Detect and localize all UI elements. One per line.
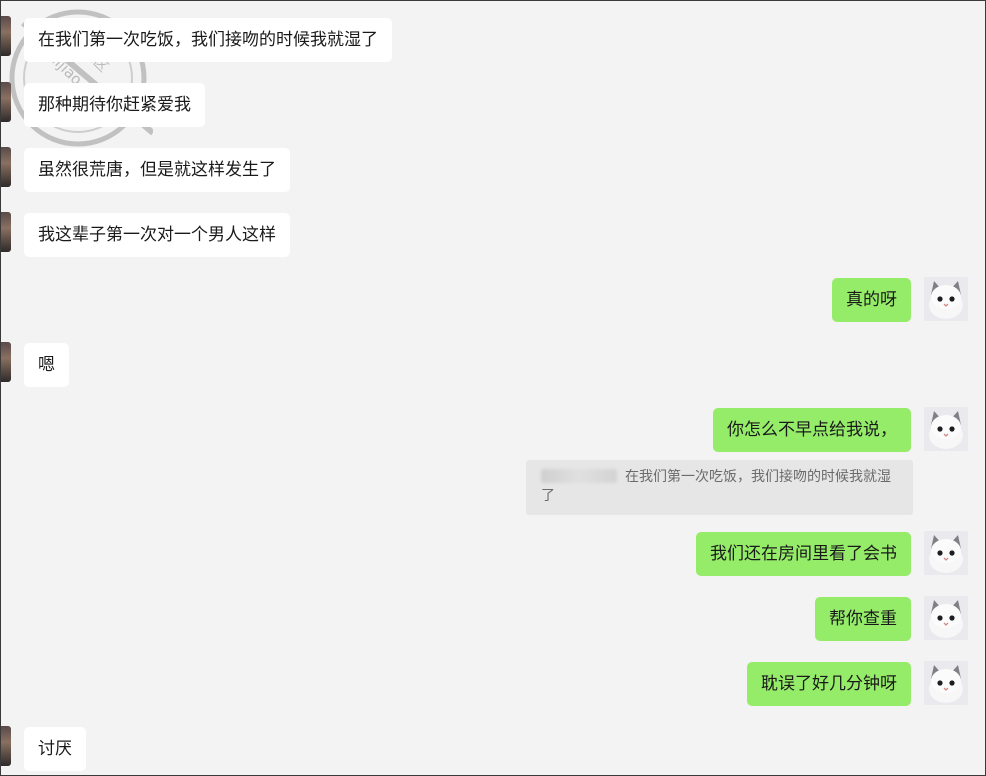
cat-avatar-icon <box>924 596 968 640</box>
contact-avatar[interactable] <box>1 726 11 766</box>
message-bubble-incoming[interactable]: 在我们第一次吃饭，我们接吻的时候我就湿了 <box>24 18 392 62</box>
my-avatar[interactable] <box>924 277 968 321</box>
quoted-message[interactable]: 在我们第一次吃饭，我们接吻的时候我就湿了 <box>526 460 913 515</box>
message-bubble-outgoing[interactable]: 我们还在房间里看了会书 <box>696 532 911 576</box>
message-bubble-outgoing[interactable]: 帮你查重 <box>815 597 911 641</box>
cat-avatar-icon <box>924 407 968 451</box>
my-avatar[interactable] <box>924 596 968 640</box>
message-bubble-outgoing[interactable]: 真的呀 <box>832 278 911 322</box>
my-avatar[interactable] <box>924 407 968 451</box>
contact-avatar[interactable] <box>1 147 11 187</box>
contact-avatar[interactable] <box>1 82 11 122</box>
message-bubble-incoming[interactable]: 那种期待你赶紧爱我 <box>24 83 205 127</box>
contact-avatar[interactable] <box>1 16 11 56</box>
message-bubble-incoming[interactable]: 我这辈子第一次对一个男人这样 <box>24 213 290 257</box>
message-bubble-outgoing[interactable]: 耽误了好几分钟呀 <box>747 662 911 706</box>
message-bubble-outgoing[interactable]: 你怎么不早点给我说， <box>713 408 911 452</box>
message-bubble-incoming[interactable]: 虽然很荒唐，但是就这样发生了 <box>24 148 290 192</box>
chat-window[interactable]: haijiao.com 海角社区 在我们第一次吃饭，我们接吻的时候我就湿了 那种… <box>0 0 986 776</box>
message-bubble-incoming[interactable]: 讨厌 <box>24 727 86 771</box>
cat-avatar-icon <box>924 661 968 705</box>
cat-avatar-icon <box>924 531 968 575</box>
cat-avatar-icon <box>924 277 968 321</box>
my-avatar[interactable] <box>924 531 968 575</box>
quoted-sender-name-blurred <box>541 469 617 483</box>
contact-avatar[interactable] <box>1 342 11 382</box>
my-avatar[interactable] <box>924 661 968 705</box>
message-bubble-incoming[interactable]: 嗯 <box>24 343 69 387</box>
contact-avatar[interactable] <box>1 212 11 252</box>
